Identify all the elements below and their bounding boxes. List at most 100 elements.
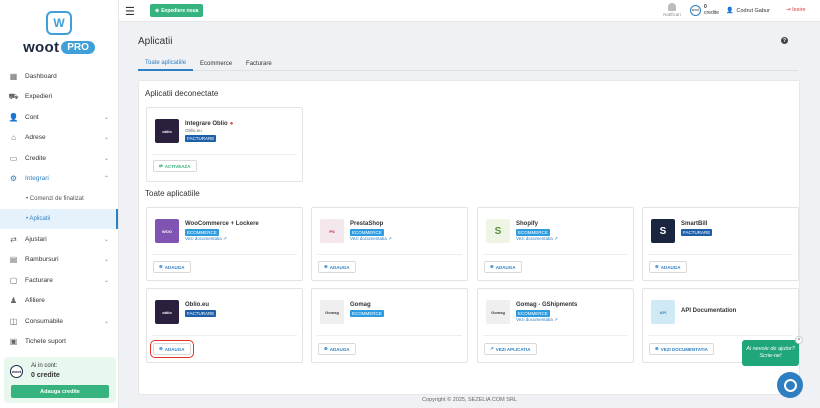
user-icon: 👤	[8, 112, 19, 122]
sidebar-nav: ▦ Dashboard ⛟ Expedieri 👤 Cont ⌄ ⌂ Adrese ⌄ ▭ C…	[0, 66, 118, 352]
invoice-icon: ▢	[9, 275, 18, 285]
user-menu[interactable]: 👤 Codrut Gabur	[726, 7, 770, 15]
divider	[317, 335, 462, 336]
docs-link[interactable]: Vezi documentatia ↗	[516, 317, 577, 323]
add-label: ADAUGA	[660, 264, 681, 270]
add-button[interactable]: ⊕ ADAUGA	[318, 261, 356, 273]
tab-facturare[interactable]: Facturare	[239, 56, 279, 71]
close-icon[interactable]: ×	[795, 336, 803, 344]
app-card-integrare-oblio: oblio Integrare Oblio ● Oblio.eu FACTURAR…	[146, 107, 303, 182]
link-icon: ⇄	[159, 163, 163, 168]
sidebar-item-rambursuri[interactable]: ▤ Rambursuri ⌄	[0, 250, 118, 271]
adjust-icon: ⇄	[10, 234, 17, 244]
sidebar-item-integrari[interactable]: ⚙ Integrari ⌃	[0, 169, 118, 190]
notifications-button[interactable]: Notificari	[662, 3, 682, 17]
view-docs-button[interactable]: ⊕ VEZI DOCUMENTATIA	[649, 343, 714, 355]
dashboard-icon: ▦	[9, 71, 18, 81]
sidebar-sub-aplicatii[interactable]: • Aplicatii	[0, 209, 118, 229]
logout-button[interactable]: ⇥ Iesire	[786, 7, 806, 13]
sidebar-item-afiliere[interactable]: ♟ Afiliere	[0, 291, 118, 312]
sidebar-item-dashboard[interactable]: ▦ Dashboard	[0, 66, 118, 87]
logo[interactable]: W woot PRO	[0, 0, 118, 60]
chevron-up-icon: ⌃	[103, 176, 109, 183]
new-shipment-button[interactable]: ⊕ Expediere noua	[150, 4, 204, 17]
add-credits-button[interactable]: Adauga credite	[11, 385, 109, 398]
user-name: Codrut Gabur	[736, 7, 770, 14]
app-name: Oblio.eu	[185, 302, 209, 308]
divider	[152, 254, 297, 255]
add-button[interactable]: ⊕ ADAUGA	[150, 340, 194, 358]
plus-icon: ⊕	[155, 7, 160, 14]
help-icon[interactable]: ?	[781, 37, 788, 44]
divider	[483, 254, 628, 255]
sidebar-item-label: Dashboard	[25, 72, 57, 80]
money-icon: ▤	[9, 255, 18, 265]
ticket-icon: ▣	[9, 337, 18, 347]
add-label: ADAUGA	[164, 346, 185, 352]
app-card-prestashop: PS PrestaShop ECOMMERCE Vezi documentati…	[311, 207, 468, 281]
divider	[648, 335, 793, 336]
app-name: Gomag	[350, 302, 371, 308]
sidebar-item-ajustari[interactable]: ⇄ Ajustari ⌄	[0, 229, 118, 250]
chevron-down-icon: ⌄	[103, 257, 109, 264]
category-badge: ECOMMERCE	[516, 310, 550, 317]
logo-icon: W	[46, 10, 72, 35]
sidebar-sub-comenzi[interactable]: • Comenzi de finalizat	[0, 189, 118, 209]
divider	[483, 335, 628, 336]
chevron-down-icon: ⌄	[103, 135, 109, 142]
chat-button[interactable]	[777, 372, 803, 398]
app-card-shopify: S Shopify ECOMMERCE Vezi documentatia ↗ …	[477, 207, 634, 281]
add-label: ADAUGA	[329, 346, 350, 352]
add-button[interactable]: ⊕ ADAUGA	[484, 261, 522, 273]
sidebar-item-label: Adrese	[25, 134, 46, 142]
tab-ecommerce[interactable]: Ecommerce	[193, 56, 239, 71]
wallet-icon: ▭	[9, 153, 18, 163]
plus-icon: ⊕	[655, 346, 659, 351]
sidebar-item-credite[interactable]: ▭ Credite ⌄	[0, 148, 118, 169]
box-icon: ◫	[9, 316, 18, 326]
external-link-icon: ↗	[388, 236, 392, 241]
app-name: WooCommerce + Lockere	[185, 221, 259, 227]
app-name: Shopify	[516, 221, 538, 227]
app-sub: Oblio.eu	[185, 128, 202, 133]
prestashop-logo: PS	[320, 219, 344, 243]
sidebar-item-consumabile[interactable]: ◫ Consumabile ⌄	[0, 311, 118, 332]
sidebar-item-label: Cont	[25, 113, 39, 121]
credits-indicator[interactable]: woot 0 credite	[690, 4, 719, 16]
activate-button[interactable]: ⇄ ACTIVEAZA	[153, 160, 197, 172]
add-button[interactable]: ⊕ ADAUGA	[153, 261, 191, 273]
sidebar-item-label: Afiliere	[25, 297, 45, 305]
sidebar-item-facturare[interactable]: ▢ Facturare ⌄	[0, 270, 118, 291]
view-docs-label: VEZI DOCUMENTATIA	[660, 346, 708, 352]
sidebar-item-tichete[interactable]: ▣ Tichete suport	[0, 332, 118, 353]
view-app-button[interactable]: ↗ VEZI APLICATIA	[484, 343, 537, 355]
docs-link[interactable]: Vezi documentatia ↗	[516, 236, 558, 242]
add-button[interactable]: ⊕ ADAUGA	[649, 261, 687, 273]
app-name: SmartBill	[681, 221, 708, 227]
sidebar-item-adrese[interactable]: ⌂ Adrese ⌄	[0, 128, 118, 149]
app-card-woocommerce: WOO WooCommerce + Lockere ECOMMERCE Vezi…	[146, 207, 303, 281]
sidebar-item-cont[interactable]: 👤 Cont ⌄	[0, 107, 118, 128]
chevron-down-icon: ⌄	[103, 277, 109, 284]
chevron-down-icon: ⌄	[103, 155, 109, 162]
add-button[interactable]: ⊕ ADAUGA	[318, 343, 356, 355]
docs-link[interactable]: Vezi documentatia ↗	[350, 236, 392, 242]
app-card-oblio: oblio Oblio.eu FACTURARE ⊕ ADAUGA	[146, 288, 303, 363]
chat-prompt[interactable]: Ai nevoie de ajutor? Scrie-ne!	[742, 340, 799, 366]
smartbill-logo: S	[651, 219, 675, 243]
category-badge: FACTURARE	[681, 229, 713, 236]
divider	[152, 154, 297, 155]
category-badge: ECOMMERCE	[350, 229, 384, 236]
page-title: Aplicatii	[138, 36, 173, 47]
sidebar-item-label: Expedieri	[25, 93, 53, 101]
sidebar-item-label: Integrari	[25, 175, 49, 183]
category-badge: FACTURARE	[185, 310, 217, 317]
menu-icon[interactable]: ☰	[125, 5, 135, 18]
divider	[648, 254, 793, 255]
sidebar-item-expedieri[interactable]: ⛟ Expedieri	[0, 87, 118, 108]
truck-icon: ⛟	[8, 91, 19, 101]
tab-toate[interactable]: Toate aplicatiile	[138, 56, 194, 71]
plus-icon: ⊕	[324, 264, 328, 269]
docs-link[interactable]: Vezi documentatia ↗	[185, 236, 259, 242]
sidebar-item-label: Ajustari	[25, 235, 47, 243]
